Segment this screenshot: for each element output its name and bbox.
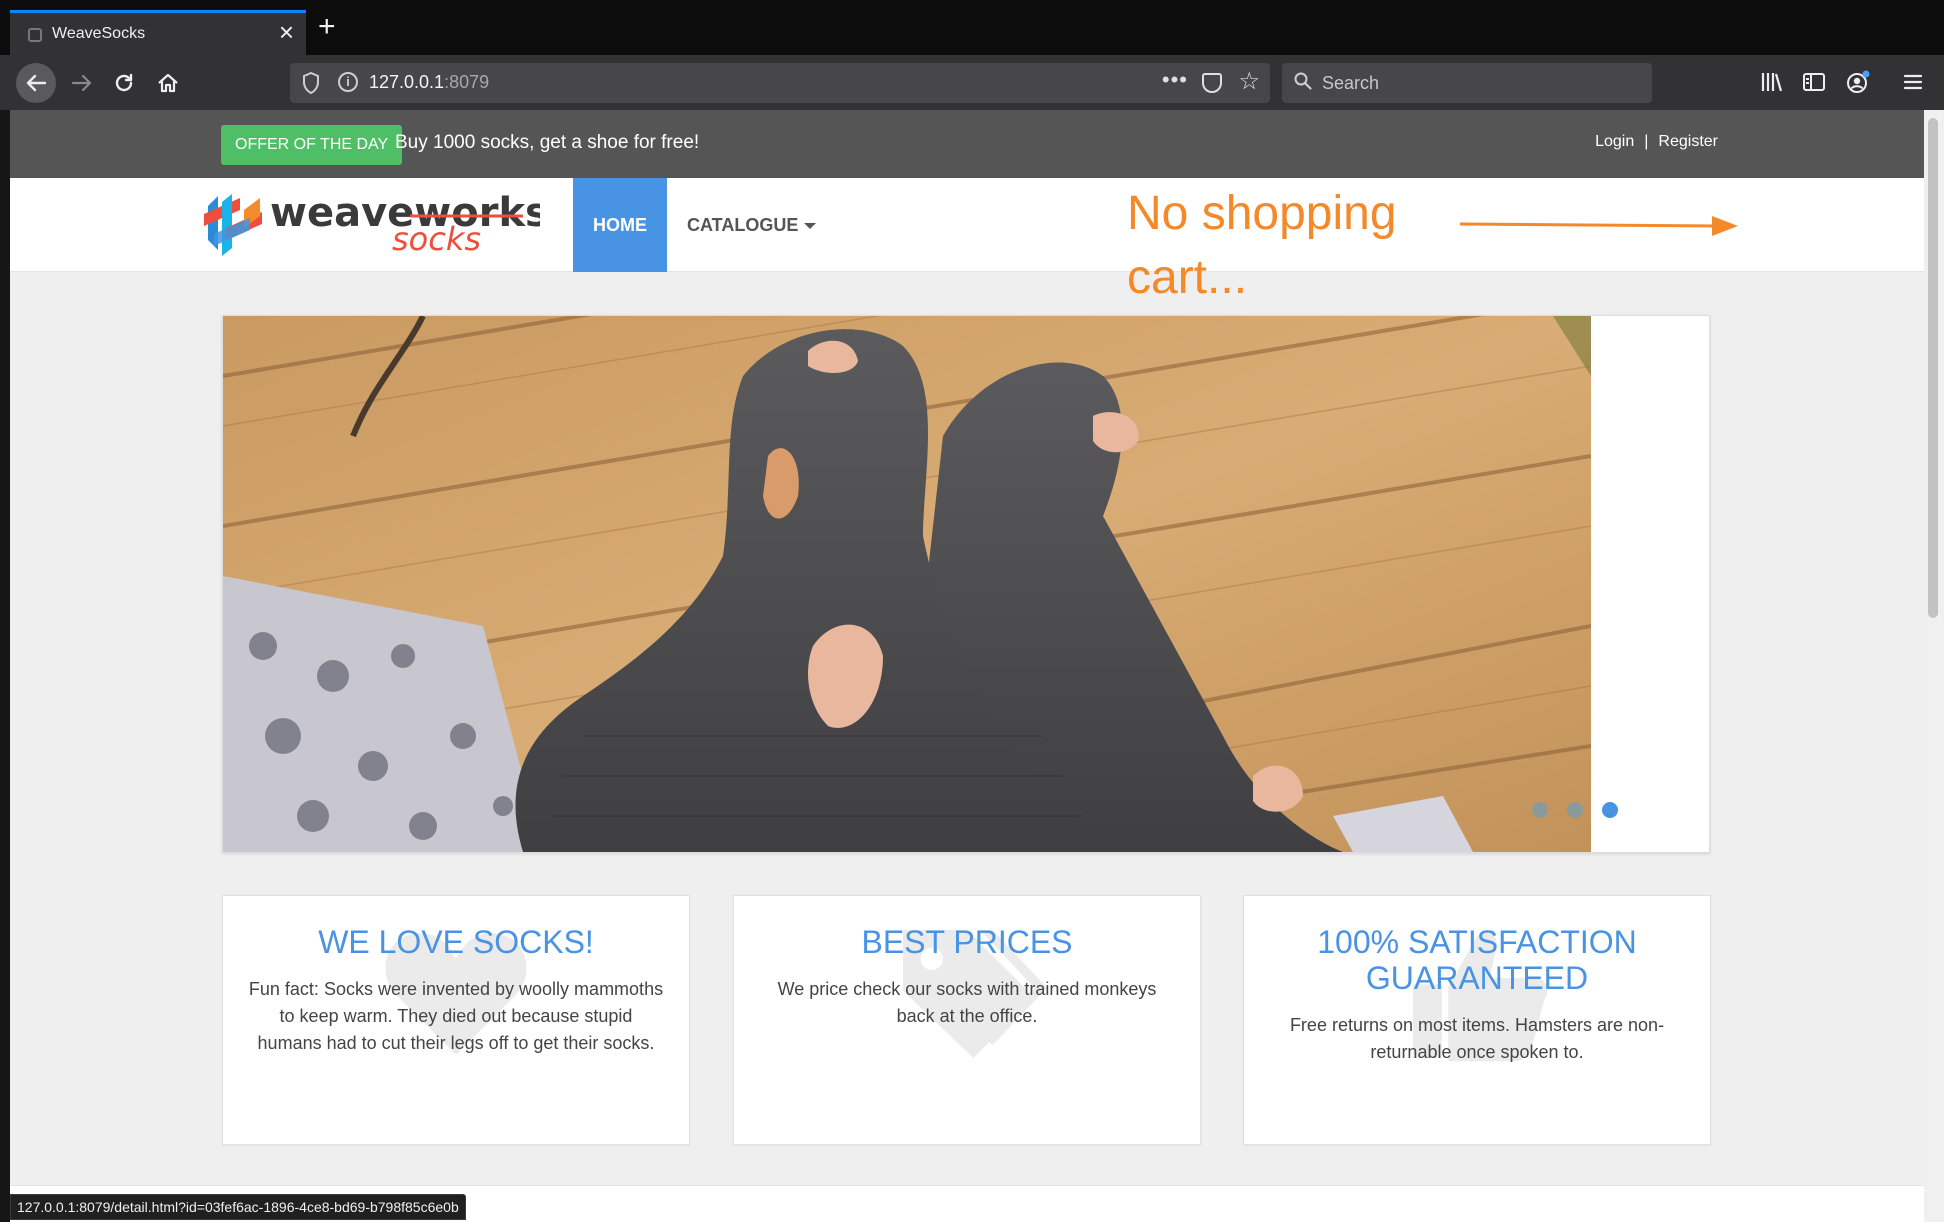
back-icon[interactable] [16, 63, 56, 103]
carousel-dot-1[interactable] [1532, 802, 1548, 818]
sidebar-icon[interactable] [1799, 67, 1829, 97]
site-info-icon[interactable]: i [338, 72, 358, 92]
reload-icon[interactable] [104, 63, 144, 103]
url-text[interactable]: 127.0.0.1:8079 [369, 72, 489, 93]
feature-text: Fun fact: Socks were invented by woolly … [248, 979, 664, 1053]
scrollbar-thumb[interactable] [1928, 118, 1938, 618]
nav-catalogue[interactable]: CATALOGUE [687, 178, 817, 272]
offer-badge[interactable]: OFFER OF THE DAY [221, 125, 403, 165]
feature-title: WE LOVE SOCKS! [318, 924, 594, 960]
tracking-shield-icon[interactable] [302, 72, 320, 94]
close-tab-icon[interactable]: × [279, 19, 294, 45]
login-link[interactable]: Login [1595, 133, 1634, 150]
bookmark-star-icon[interactable]: ☆ [1238, 67, 1260, 96]
feature-box-best-prices: BEST PRICES We price check our socks wit… [733, 895, 1201, 1145]
nav-home[interactable]: HOME [573, 178, 667, 272]
favicon-icon [28, 28, 42, 42]
feature-text: Free returns on most items. Hamsters are… [1289, 1015, 1665, 1062]
tab-title: WeaveSocks [52, 25, 146, 42]
annotation-line-2: cart... [1127, 251, 1248, 304]
menu-icon[interactable] [1898, 67, 1928, 97]
browser-chrome: WeaveSocks × + i 127.0.0.1:8079 ••• ☆ [0, 0, 1944, 110]
link-status-bar: 127.0.0.1:8079/detail.html?id=03fef6ac-1… [10, 1194, 466, 1220]
feature-title: 100% SATISFACTION GUARANTEED [1317, 924, 1637, 996]
tab-strip: WeaveSocks × + [0, 0, 1944, 55]
auth-separator: | [1644, 133, 1649, 150]
register-link[interactable]: Register [1658, 133, 1718, 150]
browser-toolbar: i 127.0.0.1:8079 ••• ☆ [0, 55, 1944, 110]
forward-icon[interactable] [62, 63, 102, 103]
library-icon[interactable] [1757, 67, 1787, 97]
feature-text: We price check our socks with trained mo… [777, 979, 1157, 1026]
feature-box-satisfaction: 100% SATISFACTION GUARANTEED Free return… [1243, 895, 1711, 1145]
url-bar[interactable]: i 127.0.0.1:8079 ••• ☆ [290, 63, 1270, 103]
offer-text: Buy 1000 socks, get a shoe for free! [395, 132, 700, 153]
account-icon[interactable] [1843, 67, 1873, 97]
page-actions-icon[interactable]: ••• [1162, 67, 1188, 93]
auth-links: Login | Register [1595, 133, 1718, 151]
home-icon[interactable] [148, 63, 188, 103]
page-scrollbar[interactable] [1924, 110, 1944, 1222]
web-page: OFFER OF THE DAY Buy 1000 socks, get a s… [10, 110, 1924, 1222]
nav-catalogue-label: CATALOGUE [687, 215, 799, 235]
svg-text:socks: socks [392, 220, 481, 258]
offer-bar: OFFER OF THE DAY Buy 1000 socks, get a s… [10, 110, 1924, 178]
hero-carousel[interactable] [222, 315, 1710, 853]
browser-tab[interactable]: WeaveSocks × [10, 10, 306, 55]
feature-title: BEST PRICES [861, 924, 1073, 960]
new-tab-icon[interactable]: + [318, 12, 336, 42]
weaveworks-socks-logo[interactable]: weaveworks socks [200, 190, 540, 258]
annotation-arrow-icon [1460, 216, 1738, 236]
caret-down-icon [804, 223, 817, 230]
annotation-text: No shopping cart... [1127, 182, 1427, 310]
search-bar[interactable] [1282, 63, 1652, 103]
feature-box-love-socks: WE LOVE SOCKS! Fun fact: Socks were inve… [222, 895, 690, 1145]
annotation-line-1: No shopping [1127, 187, 1397, 240]
carousel-dot-3[interactable] [1602, 802, 1618, 818]
search-icon [1294, 72, 1312, 90]
holey-socks-photo [223, 316, 1591, 852]
pocket-icon[interactable] [1202, 73, 1222, 93]
search-input[interactable] [1322, 63, 1642, 103]
carousel-dot-2[interactable] [1567, 802, 1583, 818]
